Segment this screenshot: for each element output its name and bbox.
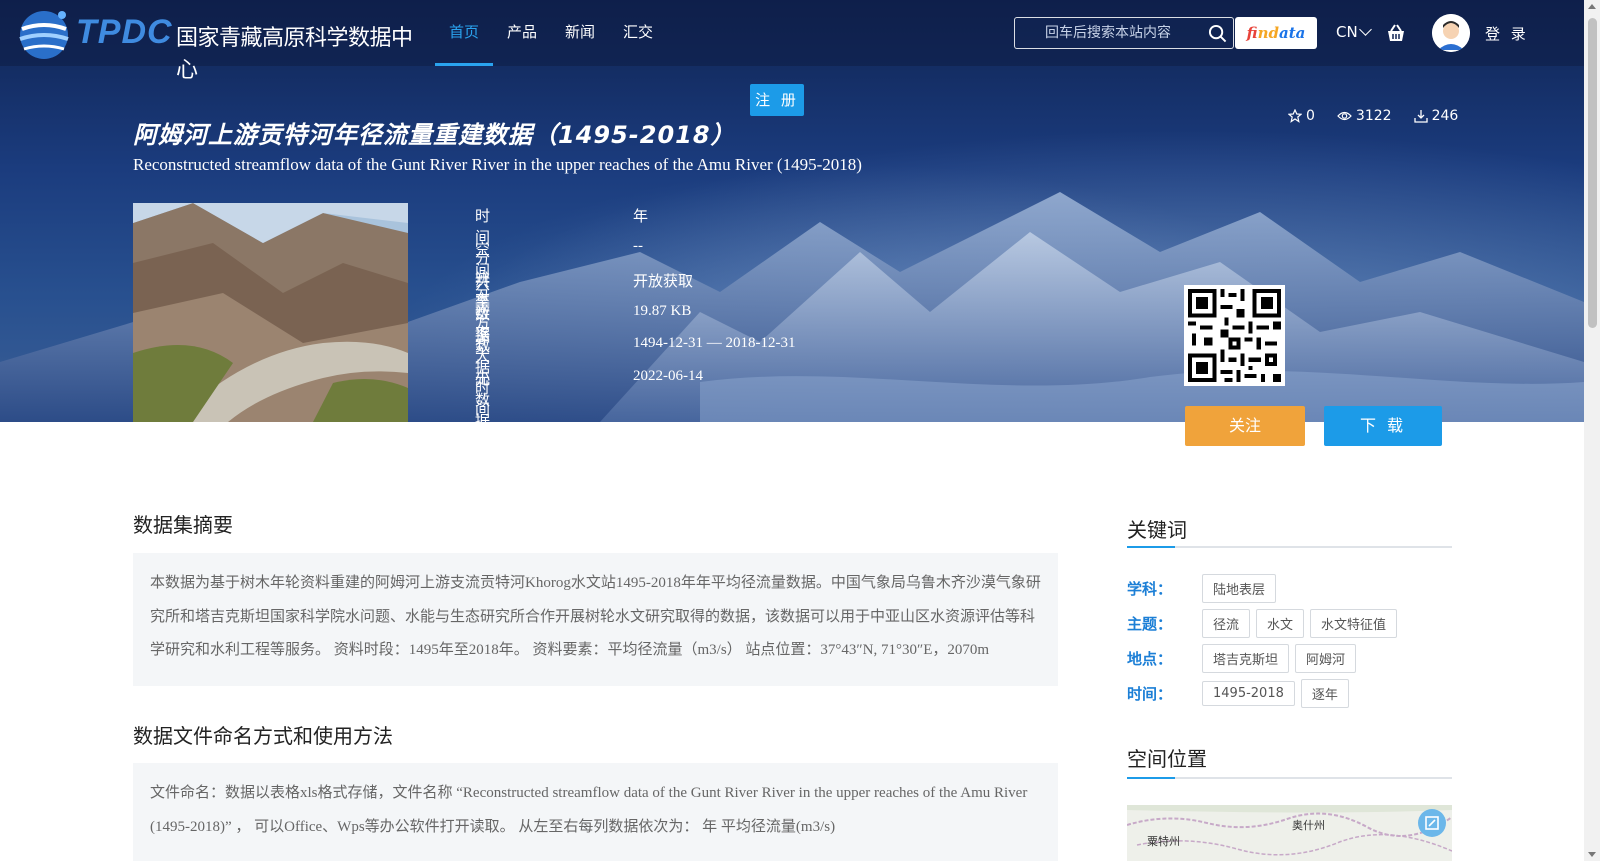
meta-value: 开放获取 <box>633 274 694 290</box>
keyword-tag[interactable]: 径流 <box>1202 609 1251 638</box>
keyword-row-theme: 主题： 径流 水文 水文特征值 <box>1127 609 1403 638</box>
abstract-title: 数据集摘要 <box>133 513 233 537</box>
keyword-label: 地点： <box>1127 650 1173 668</box>
nav-item-news[interactable]: 新闻 <box>551 0 609 66</box>
findata-text-part3: ata <box>1278 24 1306 42</box>
dataset-title-cn: 阿姆河上游贡特河年径流量重建数据（1495-2018） <box>133 121 736 149</box>
follow-button[interactable]: 关注 <box>1185 406 1305 446</box>
eye-icon <box>1337 111 1352 121</box>
meta-value: 19.87 KB <box>633 302 692 319</box>
keyword-tag[interactable]: 逐年 <box>1300 679 1349 708</box>
naming-text: 文件命名：数据以表格xls格式存储，文件名称 “Reconstructed st… <box>133 763 1058 861</box>
user-avatar[interactable] <box>1432 14 1470 52</box>
logo-abbreviation: TPDC <box>76 13 173 51</box>
view-count-value: 3122 <box>1355 108 1392 124</box>
search-input[interactable] <box>1015 18 1205 48</box>
user-avatar-icon <box>1432 14 1470 52</box>
map-label-sughd: 粟特州 <box>1147 835 1180 848</box>
logo-title: 国家青藏高原科学数据中心 <box>176 26 413 83</box>
keyword-tag[interactable]: 塔吉克斯坦 <box>1202 644 1290 673</box>
view-count: 3122 <box>1337 108 1392 124</box>
keyword-label: 时间： <box>1127 685 1173 703</box>
location-map[interactable]: 奥什州 粟特州 <box>1127 805 1452 861</box>
keyword-row-subject: 学科： 陆地表层 <box>1127 574 1282 603</box>
meta-value: 2022-06-14 <box>633 367 703 384</box>
qr-code <box>1184 285 1285 386</box>
keyword-tag[interactable]: 水文 <box>1256 609 1305 638</box>
keywords-divider <box>1127 546 1452 548</box>
dataset-thumbnail <box>133 203 408 422</box>
findata-text-part1: fi <box>1246 24 1258 42</box>
star-count[interactable]: 0 <box>1288 108 1315 124</box>
findata-text-part2: nd <box>1257 24 1279 42</box>
dataset-stats: 0 3122 246 <box>1288 108 1480 124</box>
keyword-row-time: 时间： 1495-2018 逐年 <box>1127 679 1355 708</box>
star-count-value: 0 <box>1306 108 1315 124</box>
findata-button[interactable]: findata <box>1235 17 1317 49</box>
search-icon[interactable] <box>1208 24 1227 43</box>
language-selector[interactable]: CN <box>1336 23 1372 41</box>
expand-icon <box>1425 816 1439 830</box>
naming-title: 数据文件命名方式和使用方法 <box>133 724 393 748</box>
page-scrollbar[interactable] <box>1584 0 1600 861</box>
globe-logo-icon <box>19 11 69 59</box>
meta-label: 元数据更新时间 <box>475 369 491 514</box>
site-logo[interactable]: TPDC 国家青藏高原科学数据中心 <box>14 3 414 83</box>
keyword-tag[interactable]: 阿姆河 <box>1295 644 1357 673</box>
star-icon <box>1288 109 1302 123</box>
fullscreen-map-icon[interactable] <box>1418 809 1446 837</box>
keyword-row-place: 地点： 塔吉克斯坦 阿姆河 <box>1127 644 1362 673</box>
location-divider <box>1127 777 1452 779</box>
location-title: 空间位置 <box>1127 747 1207 771</box>
scrollbar-thumb[interactable] <box>1588 18 1597 328</box>
meta-value: 年 <box>633 209 649 225</box>
keyword-label: 学科： <box>1127 580 1173 598</box>
map-label-osh: 奥什州 <box>1292 819 1325 832</box>
download-count-value: 246 <box>1431 108 1459 124</box>
keywords-title: 关键词 <box>1127 518 1187 542</box>
top-navbar: TPDC 国家青藏高原科学数据中心 首页 产品 新闻 汇交 findata CN <box>0 0 1584 83</box>
chevron-down-icon <box>1358 23 1372 36</box>
download-icon <box>1413 110 1428 123</box>
keyword-tag[interactable]: 陆地表层 <box>1202 574 1277 603</box>
scroll-down-arrow-icon[interactable] <box>1588 852 1596 857</box>
keyword-tag[interactable]: 水文特征值 <box>1310 609 1398 638</box>
keyword-label: 主题： <box>1127 615 1173 633</box>
nav-item-products[interactable]: 产品 <box>493 0 551 66</box>
main-nav: 首页 产品 新闻 汇交 <box>435 0 667 66</box>
dataset-title-en: Reconstructed streamflow data of the Gun… <box>133 155 862 174</box>
abstract-text: 本数据为基于树木年轮资料重建的阿姆河上游支流贡特河Khorog水文站1495-2… <box>133 553 1058 686</box>
basket-icon[interactable] <box>1385 22 1407 44</box>
download-button[interactable]: 下 载 <box>1324 406 1442 446</box>
language-label: CN <box>1336 23 1358 41</box>
keyword-tag[interactable]: 1495-2018 <box>1202 681 1295 706</box>
meta-value: 1494-12-31 — 2018-12-31 <box>633 335 796 351</box>
search-box <box>1014 17 1234 49</box>
scroll-up-arrow-icon[interactable] <box>1588 4 1596 9</box>
nav-item-home[interactable]: 首页 <box>435 0 494 66</box>
nav-item-submit[interactable]: 汇交 <box>609 0 667 66</box>
login-link[interactable]: 登 录 <box>1485 23 1529 44</box>
register-button[interactable]: 注 册 <box>750 84 804 116</box>
meta-value: -- <box>633 237 643 254</box>
download-count: 246 <box>1413 108 1459 124</box>
